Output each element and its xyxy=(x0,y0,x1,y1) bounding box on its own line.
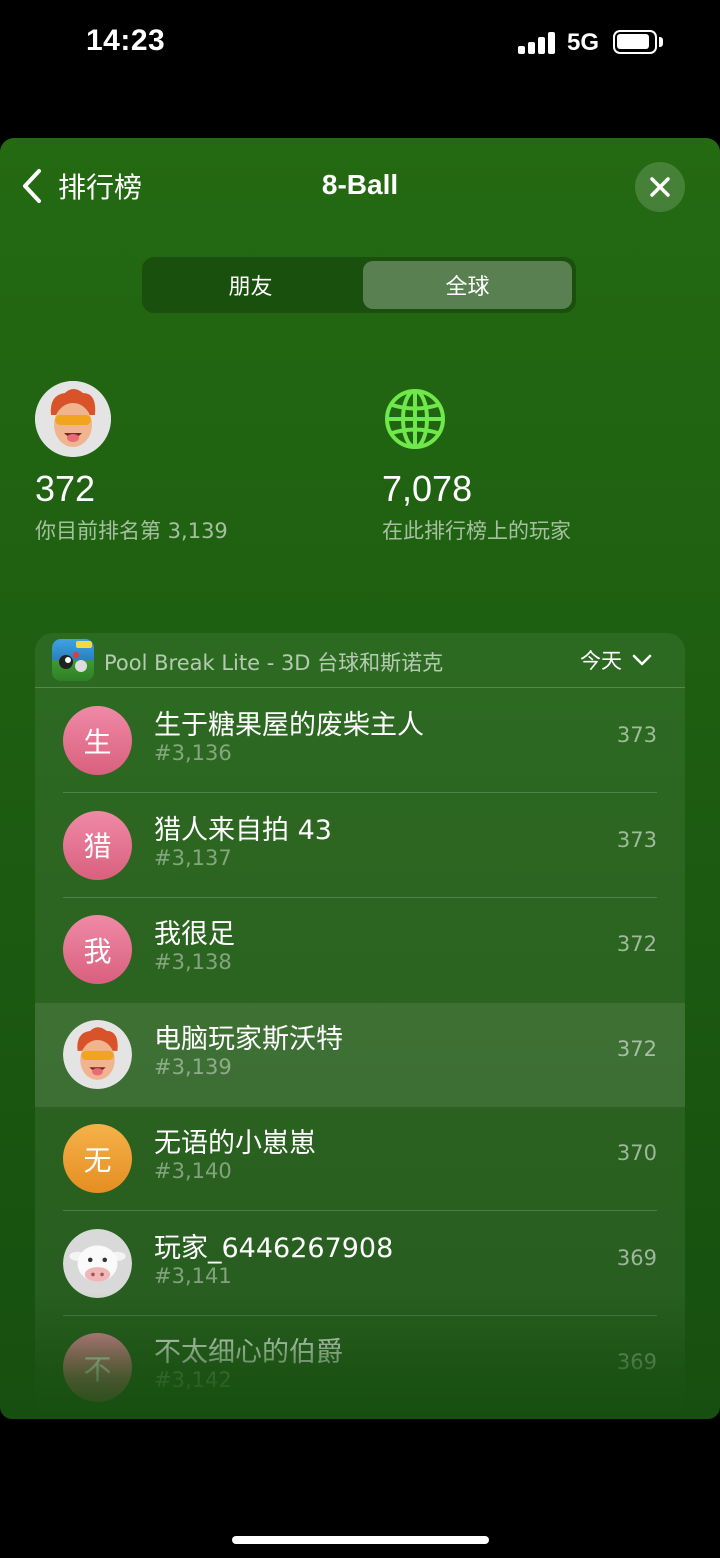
player-avatar: 生 xyxy=(63,706,132,775)
player-score: 370 xyxy=(616,1141,657,1165)
player-avatar: 不 xyxy=(63,1333,132,1402)
player-score: 372 xyxy=(616,932,657,956)
battery-tip xyxy=(659,37,663,47)
player-name: 生于糖果屋的废柴主人 xyxy=(154,710,424,741)
player-avatar xyxy=(63,1019,132,1089)
player-name: 无语的小崽崽 xyxy=(154,1128,316,1159)
player-score: 373 xyxy=(616,827,657,852)
player-name: 不太细心的伯爵 xyxy=(154,1337,343,1368)
status-bar: 14:23 5G xyxy=(0,0,720,88)
player-rank: #3,140 xyxy=(154,1159,232,1183)
player-avatar xyxy=(63,1228,132,1298)
player-name: 我很足 xyxy=(154,919,235,950)
segment-friends[interactable]: 朋友 xyxy=(146,261,355,309)
player-name: 玩家_6446267908 xyxy=(154,1232,394,1264)
leaderboard-row[interactable]: 玩家_6446267908 #3,141 369 xyxy=(35,1212,685,1316)
network-type: 5G xyxy=(567,29,600,56)
leaderboard-sheet: 排行榜 8-Ball 朋友 全球 372 你目前排名第 3,139 7,078 … xyxy=(0,138,720,1419)
leaderboard-row[interactable]: 不不太细心的伯爵 #3,142 369 xyxy=(35,1316,685,1413)
leaderboard-row[interactable]: 无无语的小崽崽 #3,140 370 xyxy=(35,1107,685,1211)
player-avatar: 无 xyxy=(63,1124,132,1193)
close-icon xyxy=(650,177,670,197)
leaderboard-row[interactable]: 我我很足 #3,138 372 xyxy=(35,898,685,1002)
player-score: 372 xyxy=(616,1036,657,1061)
player-rank: #3,141 xyxy=(154,1263,232,1288)
nav-bar: 排行榜 8-Ball xyxy=(0,138,720,238)
leaderboard-row[interactable]: 生生于糖果屋的废柴主人 #3,136 373 xyxy=(35,689,685,793)
players-label: 在此排行榜上的玩家 xyxy=(382,519,571,543)
player-rank: #3,136 xyxy=(154,741,232,765)
segment-global[interactable]: 全球 xyxy=(363,261,572,309)
leaderboard-row[interactable]: 电脑玩家斯沃特 #3,139 372 xyxy=(35,1002,685,1107)
player-avatar: 猎 xyxy=(63,810,132,880)
my-rank-label: 你目前排名第 3,139 xyxy=(35,519,228,543)
page-title: 8-Ball xyxy=(321,169,399,200)
player-rank: #3,139 xyxy=(154,1054,232,1079)
memoji-avatar-icon xyxy=(35,381,111,457)
globe-icon xyxy=(385,389,445,449)
period-label: 今天 xyxy=(580,649,622,673)
my-score: 372 xyxy=(35,468,96,509)
player-rank: #3,138 xyxy=(154,950,232,974)
player-rank: #3,137 xyxy=(154,845,232,870)
players-count: 7,078 xyxy=(382,468,473,509)
leaderboard-list: Pool Break Lite - 3D 台球和斯诺克 今天 生生于糖果屋的废柴… xyxy=(35,633,685,1413)
app-icon xyxy=(52,639,94,681)
player-score: 373 xyxy=(616,723,657,747)
close-button[interactable] xyxy=(635,162,685,212)
player-score: 369 xyxy=(616,1350,657,1374)
home-indicator[interactable] xyxy=(232,1536,489,1544)
status-time: 14:23 xyxy=(86,24,166,57)
app-name: Pool Break Lite - 3D 台球和斯诺克 xyxy=(104,651,444,675)
signal-icon xyxy=(518,32,556,54)
scope-segmented-control: 朋友 全球 xyxy=(142,257,576,313)
board-header: Pool Break Lite - 3D 台球和斯诺克 今天 xyxy=(35,633,685,688)
player-score: 369 xyxy=(616,1245,657,1270)
cow-avatar-icon xyxy=(63,1228,132,1298)
player-rank: #3,142 xyxy=(154,1368,232,1392)
memoji-avatar-icon xyxy=(63,1019,132,1089)
player-name: 猎人来自拍 43 xyxy=(154,814,332,846)
leaderboard-row[interactable]: 猎猎人来自拍 43 #3,137 373 xyxy=(35,794,685,898)
player-name: 电脑玩家斯沃特 xyxy=(154,1023,343,1055)
player-avatar xyxy=(35,381,111,457)
chevron-down-icon xyxy=(632,654,652,666)
player-avatar: 我 xyxy=(63,915,132,984)
battery-icon xyxy=(613,30,657,54)
period-dropdown[interactable]: 今天 xyxy=(580,645,652,675)
